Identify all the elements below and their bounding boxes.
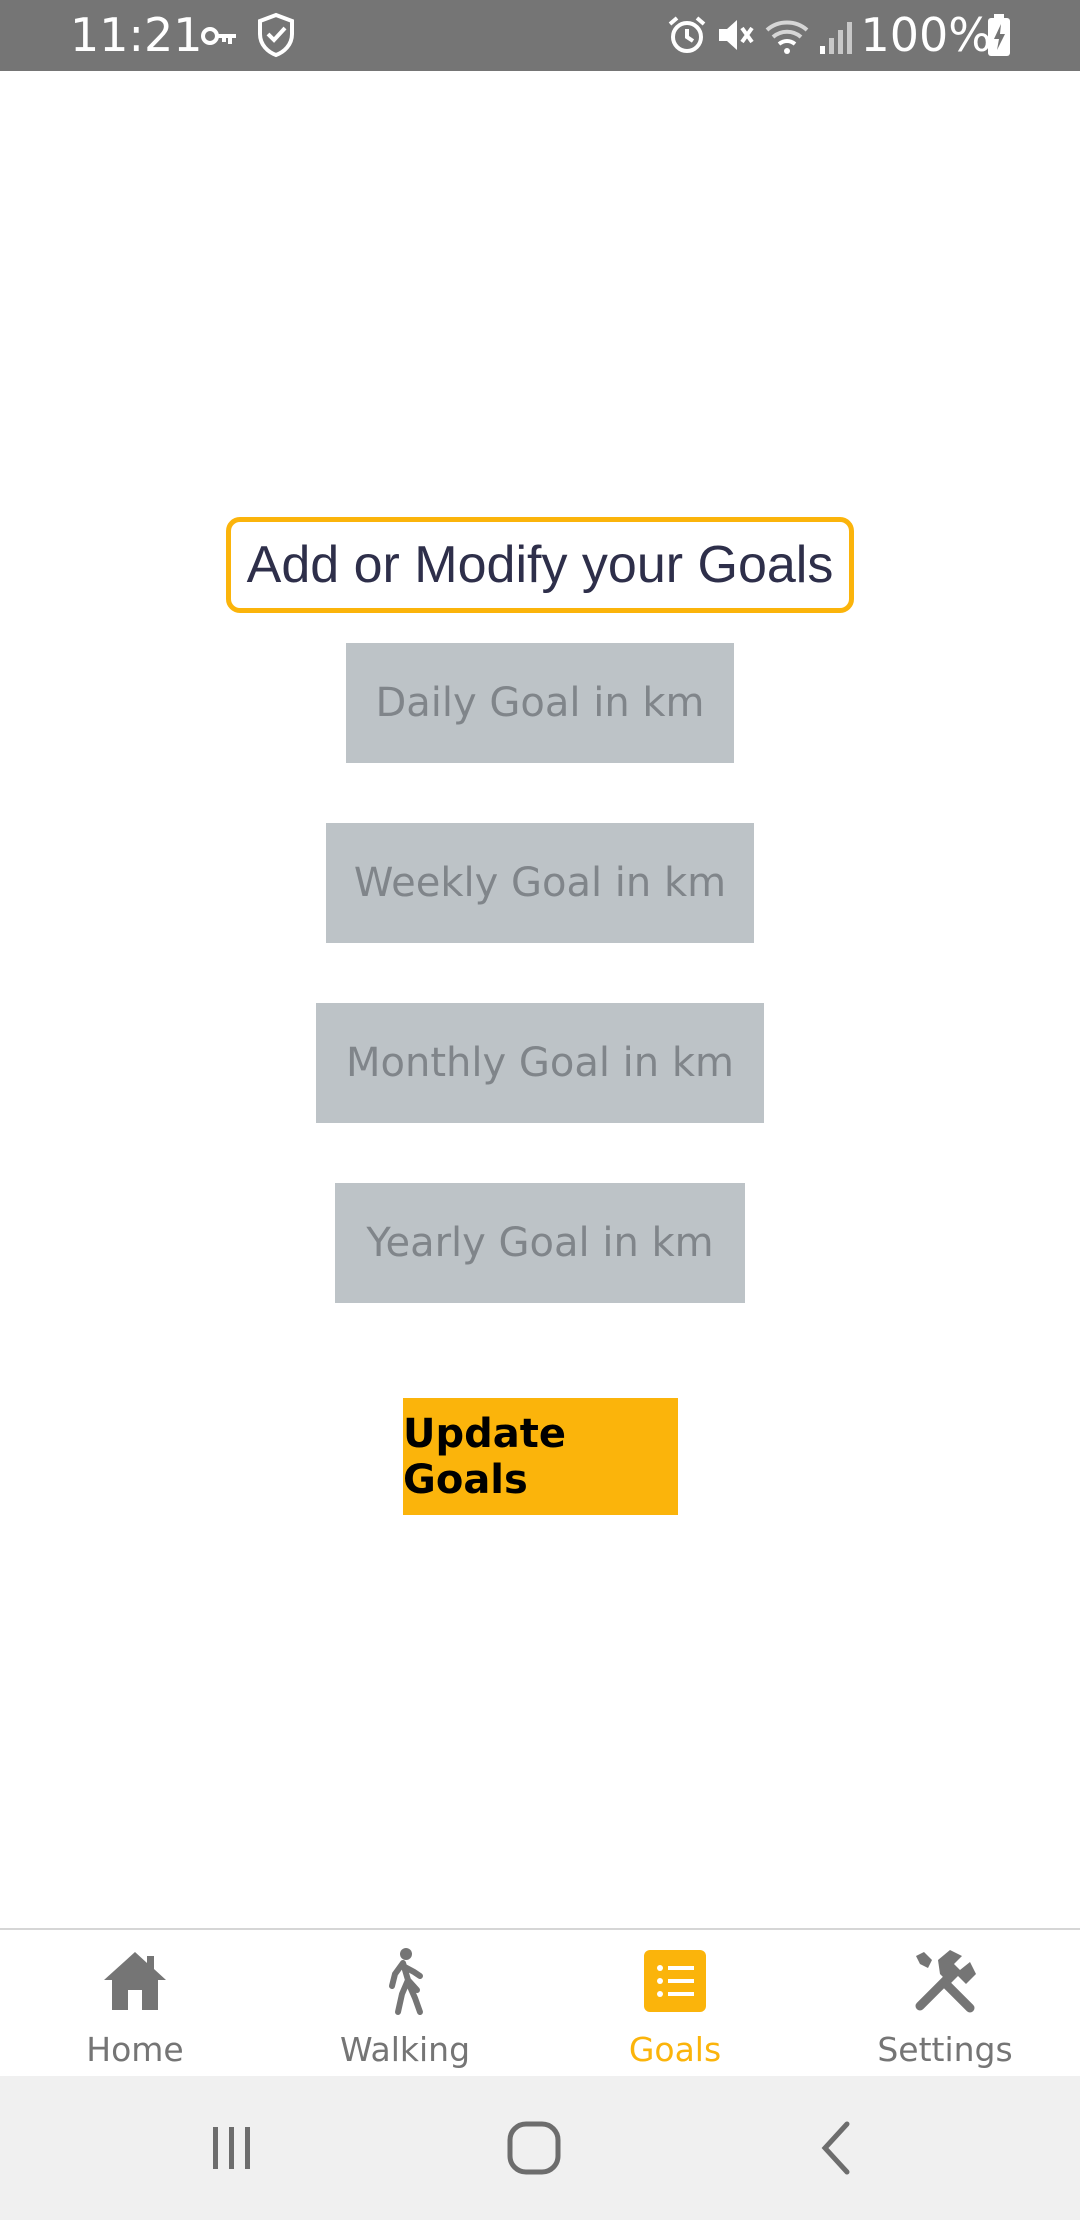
- nav-label-goals: Goals: [628, 2030, 722, 2069]
- nav-label-walking: Walking: [339, 2030, 471, 2069]
- recent-apps-icon: [213, 2127, 250, 2169]
- update-goals-label: Update Goals: [403, 1410, 566, 1503]
- nav-item-home[interactable]: Home: [0, 1930, 270, 2076]
- nav-item-settings[interactable]: Settings: [810, 1930, 1080, 2076]
- status-time: 11:21: [70, 8, 203, 62]
- daily-goal-placeholder: Daily Goal in km: [375, 680, 705, 726]
- list-icon: [640, 1946, 710, 2016]
- tools-icon: [910, 1946, 980, 2016]
- update-goals-button[interactable]: Update Goals: [403, 1398, 678, 1515]
- home-system-button[interactable]: [474, 2076, 594, 2220]
- nav-label-settings: Settings: [877, 2030, 1013, 2069]
- page-title: Add or Modify your Goals: [246, 536, 834, 594]
- nav-label-home: Home: [86, 2030, 184, 2069]
- shield-check-icon: [256, 12, 296, 63]
- alarm-icon: [666, 14, 708, 61]
- nav-item-goals[interactable]: Goals: [540, 1930, 810, 2076]
- key-icon: [200, 20, 240, 57]
- daily-goal-input[interactable]: Daily Goal in km: [346, 643, 734, 763]
- mute-icon: [714, 14, 756, 61]
- battery-percentage: 100%: [860, 8, 992, 62]
- back-button[interactable]: [778, 2076, 898, 2220]
- battery-charging-icon: [986, 12, 1012, 63]
- walking-icon: [370, 1946, 440, 2016]
- bottom-navigation: Home Walking Goals Settings: [0, 1928, 1080, 2076]
- wifi-icon: [764, 16, 810, 61]
- signal-icon: [818, 14, 856, 61]
- yearly-goal-placeholder: Yearly Goal in km: [366, 1220, 714, 1266]
- system-navigation-bar: [0, 2076, 1080, 2220]
- monthly-goal-placeholder: Monthly Goal in km: [346, 1040, 734, 1086]
- monthly-goal-input[interactable]: Monthly Goal in km: [316, 1003, 764, 1123]
- home-icon: [100, 1946, 170, 2016]
- yearly-goal-input[interactable]: Yearly Goal in km: [335, 1183, 745, 1303]
- status-bar: 11:21 100%: [0, 0, 1080, 71]
- goals-screen: Add or Modify your Goals Daily Goal in k…: [0, 71, 1080, 1929]
- home-circle-icon: [507, 2121, 561, 2175]
- weekly-goal-placeholder: Weekly Goal in km: [353, 860, 727, 906]
- recent-apps-button[interactable]: [172, 2076, 292, 2220]
- weekly-goal-input[interactable]: Weekly Goal in km: [326, 823, 754, 943]
- back-chevron-icon: [821, 2121, 850, 2175]
- nav-item-walking[interactable]: Walking: [270, 1930, 540, 2076]
- goals-title-box: Add or Modify your Goals: [226, 517, 854, 613]
